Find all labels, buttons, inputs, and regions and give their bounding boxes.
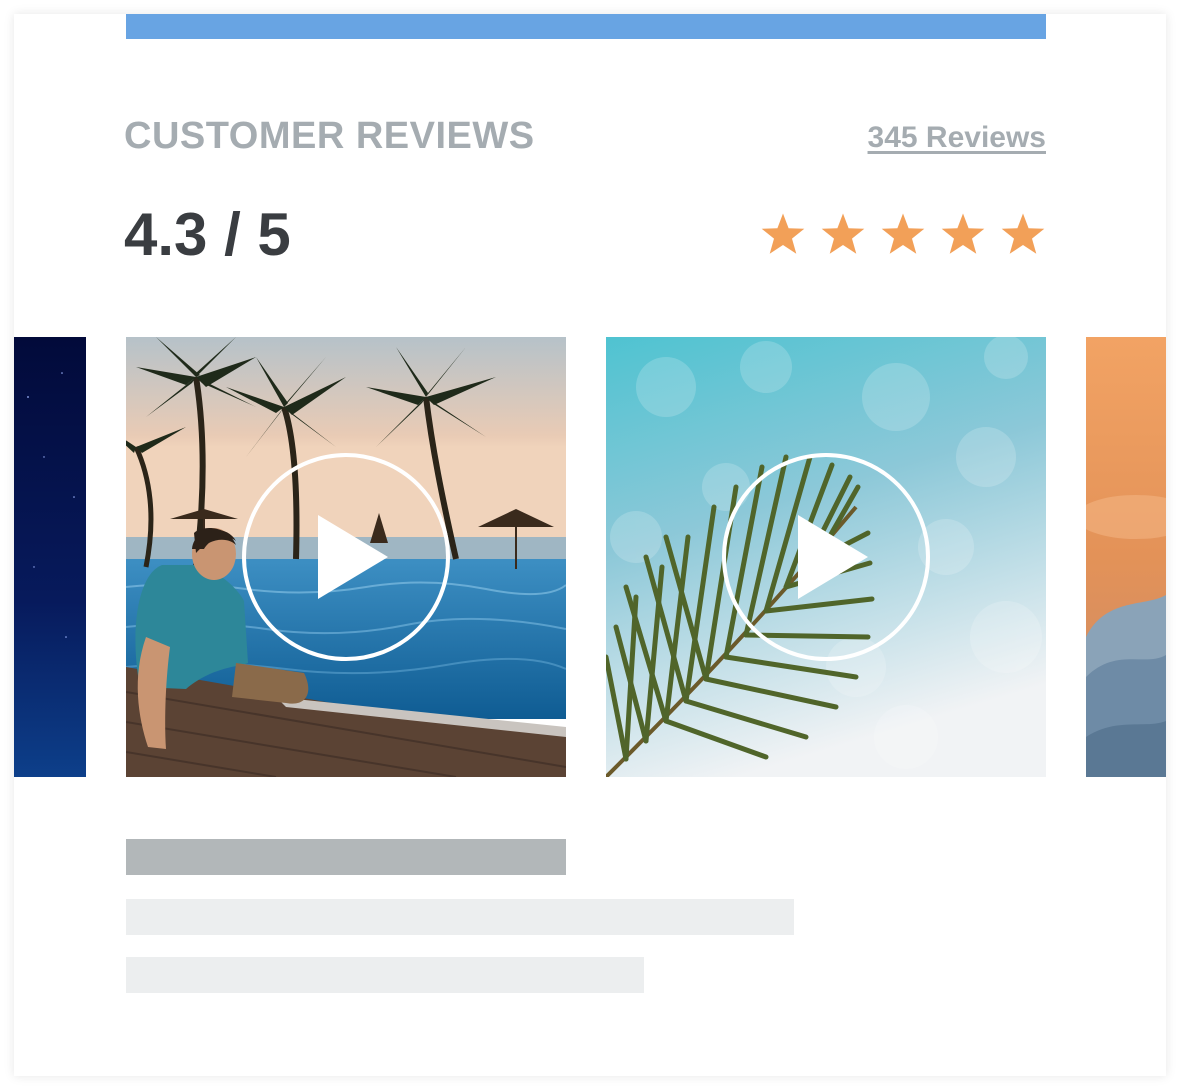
placeholder-line-text [126, 899, 794, 935]
star-icon [881, 213, 925, 254]
gallery-item-resort-pool[interactable] [126, 337, 566, 777]
star-icon [941, 213, 985, 254]
placeholder-line-text [126, 957, 644, 993]
star-icon [1001, 213, 1045, 254]
play-button[interactable] [720, 451, 932, 663]
rating-score: 4.3 / 5 [124, 201, 291, 268]
sunset-clouds-image [1086, 337, 1166, 777]
star-icon [761, 213, 805, 254]
reviews-card: CUSTOMER REVIEWS 345 Reviews 4.3 / 5 [14, 14, 1166, 1076]
play-button[interactable] [240, 451, 452, 663]
reviews-count-link[interactable]: 345 Reviews [868, 120, 1046, 156]
star-rating [760, 212, 1050, 260]
gallery-item-sunset-clouds[interactable] [1086, 337, 1166, 777]
night-sky-image [14, 337, 86, 777]
play-icon [722, 453, 930, 661]
play-icon [242, 453, 450, 661]
gallery-item-palm-leaf[interactable] [606, 337, 1046, 777]
placeholder-line-heading [126, 839, 566, 875]
gallery-item-night-sky[interactable] [14, 337, 86, 777]
section-title: CUSTOMER REVIEWS [124, 115, 535, 157]
star-icon [821, 213, 865, 254]
accent-bar [126, 14, 1046, 39]
